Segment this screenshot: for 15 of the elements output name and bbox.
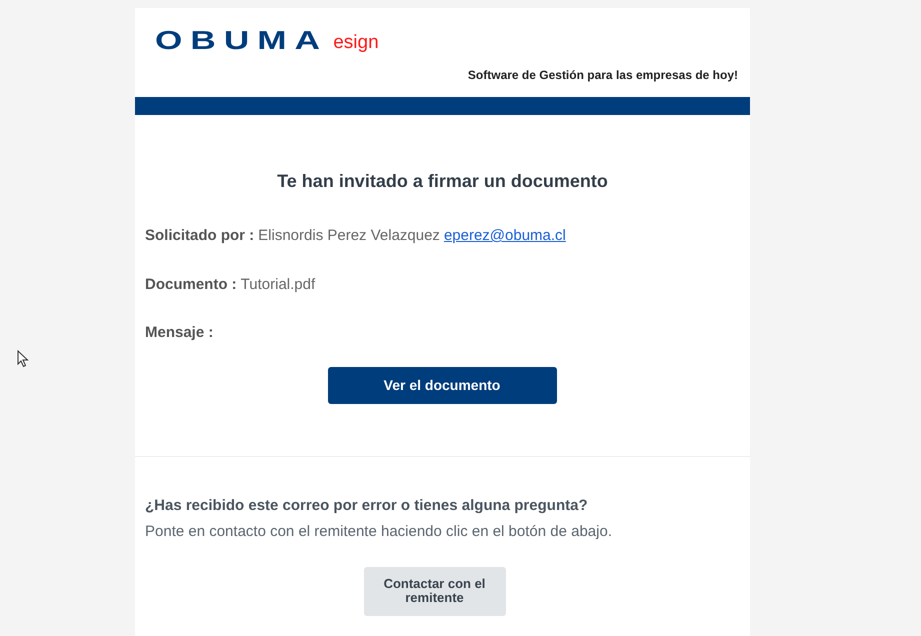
heading: Te han invitado a firmar un documento bbox=[277, 170, 608, 193]
mouse-pointer-icon bbox=[17, 350, 29, 368]
product-name: esign bbox=[333, 32, 379, 52]
logo: OBUMA bbox=[155, 27, 328, 53]
help-text: Ponte en contacto con el remitente haciendo clic en el botón de abajo. bbox=[145, 522, 613, 542]
field-label: Mensaje : bbox=[145, 323, 214, 343]
view-document-button[interactable]: Ver el documento bbox=[328, 366, 556, 404]
email-link[interactable]: eperez@obuma.cl bbox=[444, 225, 566, 248]
field-label: Solicitado por : bbox=[145, 226, 254, 246]
help-question: ¿Has recibido este correo por error o tienes alguna pregunta? bbox=[145, 496, 589, 516]
field-value: Tutorial.pdf bbox=[240, 274, 316, 294]
field-value: Elisnordis Perez Velazquez bbox=[258, 226, 440, 246]
field-label: Documento : bbox=[145, 274, 237, 294]
contact-sender-button[interactable]: Contactar con el remitente bbox=[364, 566, 506, 616]
tagline: Software de Gestión para las empresas de hoy! bbox=[468, 67, 738, 84]
